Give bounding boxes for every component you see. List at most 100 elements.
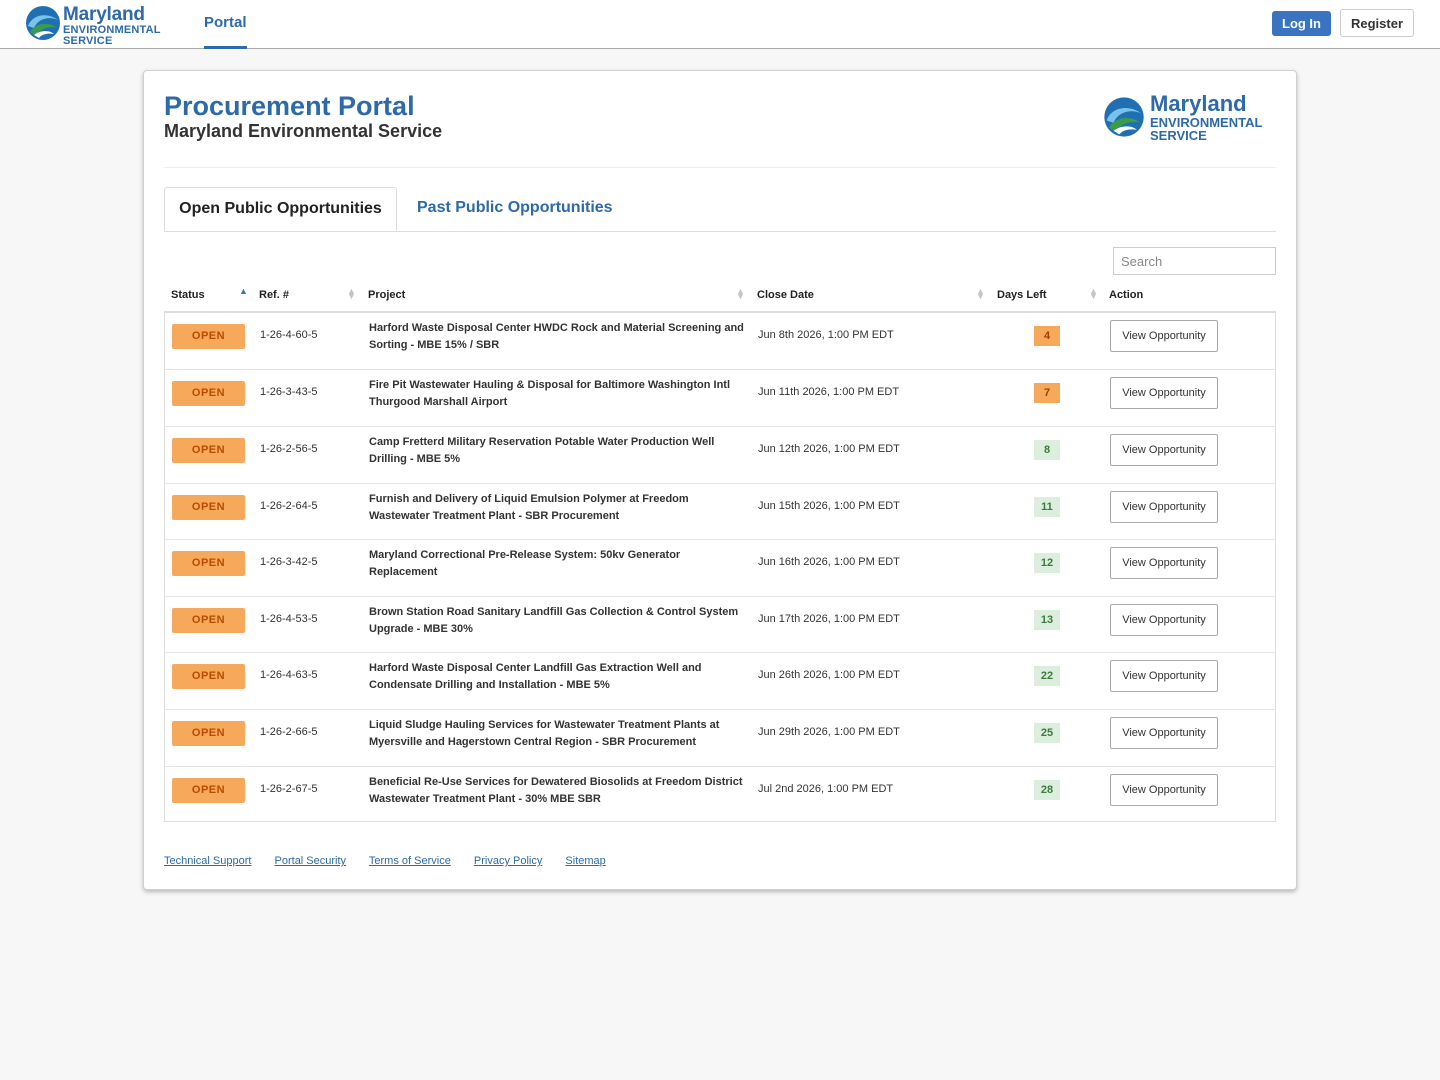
status-badge: OPEN (172, 324, 245, 349)
org-logo: Maryland ENVIRONMENTAL SERVICE (1102, 91, 1282, 143)
column-header-ref[interactable]: Ref. # (259, 277, 289, 311)
status-badge: OPEN (172, 608, 245, 633)
days-left-badge: 8 (1034, 440, 1060, 460)
days-left-badge: 13 (1034, 610, 1060, 630)
table-row: OPEN 1-26-2-66-5 Liquid Sludge Hauling S… (165, 709, 1275, 766)
days-left-badge: 7 (1034, 383, 1060, 403)
ref-number: 1-26-2-66-5 (260, 726, 318, 738)
days-left-badge: 28 (1034, 780, 1060, 800)
sort-icon[interactable]: ▲ ▼ (736, 287, 745, 301)
page-title: Procurement Portal (164, 91, 415, 121)
days-left-badge: 4 (1034, 326, 1060, 346)
footer-link-sitemap[interactable]: Sitemap (565, 855, 605, 867)
top-navbar: Maryland ENVIRONMENTAL SERVICE Portal Lo… (0, 0, 1440, 49)
footer-link-terms-of-service[interactable]: Terms of Service (369, 855, 451, 867)
table-row: OPEN 1-26-4-53-5 Brown Station Road Sani… (165, 596, 1275, 652)
view-opportunity-button[interactable]: View Opportunity (1110, 377, 1218, 409)
view-opportunity-button[interactable]: View Opportunity (1110, 604, 1218, 636)
ref-number: 1-26-2-56-5 (260, 443, 318, 455)
column-header-action: Action (1109, 289, 1144, 301)
project-title: Beneficial Re-Use Services for Dewatered… (369, 776, 743, 805)
days-left-badge: 25 (1034, 723, 1060, 743)
view-opportunity-button[interactable]: View Opportunity (1110, 717, 1218, 749)
brand-logo[interactable]: Maryland ENVIRONMENTAL SERVICE (24, 4, 174, 47)
sort-asc-icon[interactable]: ▲ (239, 287, 248, 296)
view-opportunity-button[interactable]: View Opportunity (1110, 660, 1218, 692)
logo-line1: Maryland (1150, 91, 1247, 116)
project-title: Maryland Correctional Pre-Release System… (369, 549, 681, 578)
status-badge: OPEN (172, 551, 245, 576)
column-header-status[interactable]: Status (171, 277, 205, 311)
days-left-badge: 11 (1034, 497, 1060, 517)
project-title: Liquid Sludge Hauling Services for Waste… (369, 719, 720, 748)
logo-line3: SERVICE (1150, 128, 1207, 143)
ref-number: 1-26-2-64-5 (260, 500, 318, 512)
brand-line1: Maryland (63, 4, 145, 25)
close-date: Jun 15th 2026, 1:00 PM EDT (758, 500, 900, 512)
opportunities-table: OPEN 1-26-4-60-5 Harford Waste Disposal … (164, 312, 1276, 822)
close-date: Jun 29th 2026, 1:00 PM EDT (758, 726, 900, 738)
status-badge: OPEN (172, 721, 245, 746)
view-opportunity-button[interactable]: View Opportunity (1110, 320, 1218, 352)
sort-icon[interactable]: ▲ ▼ (347, 287, 356, 301)
close-date: Jun 26th 2026, 1:00 PM EDT (758, 669, 900, 681)
view-opportunity-button[interactable]: View Opportunity (1110, 547, 1218, 579)
table-row: OPEN 1-26-2-67-5 Beneficial Re-Use Servi… (165, 766, 1275, 821)
column-header-close-date[interactable]: Close Date (757, 277, 814, 311)
project-title: Harford Waste Disposal Center Landfill G… (369, 662, 702, 691)
status-badge: OPEN (172, 778, 245, 803)
ref-number: 1-26-3-43-5 (260, 386, 318, 398)
table-row: OPEN 1-26-4-60-5 Harford Waste Disposal … (165, 312, 1275, 369)
main-card: Procurement Portal Maryland Environmenta… (143, 70, 1297, 890)
tab-open-opportunities[interactable]: Open Public Opportunities (164, 187, 397, 231)
days-left-badge: 12 (1034, 553, 1060, 573)
ref-number: 1-26-4-63-5 (260, 669, 318, 681)
close-date: Jun 12th 2026, 1:00 PM EDT (758, 443, 900, 455)
status-badge: OPEN (172, 381, 245, 406)
footer-links: Technical Support Portal Security Terms … (164, 855, 626, 867)
project-title: Camp Fretterd Military Reservation Potab… (369, 436, 715, 465)
login-button[interactable]: Log In (1272, 11, 1331, 36)
sort-icon[interactable]: ▲ ▼ (1089, 287, 1098, 301)
opportunity-tabs: Open Public Opportunities Past Public Op… (164, 187, 1276, 232)
close-date: Jun 17th 2026, 1:00 PM EDT (758, 613, 900, 625)
column-header-days-left[interactable]: Days Left (997, 277, 1047, 311)
mes-swirl-icon (1104, 97, 1144, 137)
column-header-project[interactable]: Project (368, 277, 405, 311)
page-subtitle: Maryland Environmental Service (164, 121, 443, 141)
days-left-badge: 22 (1034, 666, 1060, 686)
table-row: OPEN 1-26-2-56-5 Camp Fretterd Military … (165, 426, 1275, 483)
nav-portal-link[interactable]: Portal (204, 0, 247, 49)
project-title: Fire Pit Wastewater Hauling & Disposal f… (369, 379, 731, 408)
sort-icon[interactable]: ▲ ▼ (976, 287, 985, 301)
table-header: Status ▲ Ref. # ▲ ▼ Project ▲ ▼ Close Date… (164, 277, 1276, 313)
tab-past-opportunities[interactable]: Past Public Opportunities (417, 187, 613, 231)
close-date: Jun 16th 2026, 1:00 PM EDT (758, 556, 900, 568)
footer-link-privacy-policy[interactable]: Privacy Policy (474, 855, 542, 867)
header-divider (164, 167, 1276, 168)
close-date: Jun 8th 2026, 1:00 PM EDT (758, 329, 894, 341)
close-date: Jul 2nd 2026, 1:00 PM EDT (758, 783, 894, 795)
ref-number: 1-26-2-67-5 (260, 783, 318, 795)
table-row: OPEN 1-26-2-64-5 Furnish and Delivery of… (165, 483, 1275, 539)
ref-number: 1-26-4-60-5 (260, 329, 318, 341)
mes-swirl-icon (26, 6, 60, 40)
brand-line3: SERVICE (63, 35, 113, 47)
view-opportunity-button[interactable]: View Opportunity (1110, 491, 1218, 523)
project-title: Furnish and Delivery of Liquid Emulsion … (369, 493, 689, 522)
register-button[interactable]: Register (1340, 9, 1414, 37)
project-title: Harford Waste Disposal Center HWDC Rock … (369, 322, 744, 351)
ref-number: 1-26-4-53-5 (260, 613, 318, 625)
footer-link-portal-security[interactable]: Portal Security (275, 855, 347, 867)
ref-number: 1-26-3-42-5 (260, 556, 318, 568)
table-row: OPEN 1-26-4-63-5 Harford Waste Disposal … (165, 652, 1275, 709)
footer-link-technical-support[interactable]: Technical Support (164, 855, 251, 867)
project-title: Brown Station Road Sanitary Landfill Gas… (369, 606, 739, 635)
view-opportunity-button[interactable]: View Opportunity (1110, 434, 1218, 466)
view-opportunity-button[interactable]: View Opportunity (1110, 774, 1218, 806)
status-badge: OPEN (172, 438, 245, 463)
close-date: Jun 11th 2026, 1:00 PM EDT (758, 386, 900, 398)
table-row: OPEN 1-26-3-42-5 Maryland Correctional P… (165, 539, 1275, 596)
table-row: OPEN 1-26-3-43-5 Fire Pit Wastewater Hau… (165, 369, 1275, 426)
search-input[interactable] (1113, 247, 1276, 275)
